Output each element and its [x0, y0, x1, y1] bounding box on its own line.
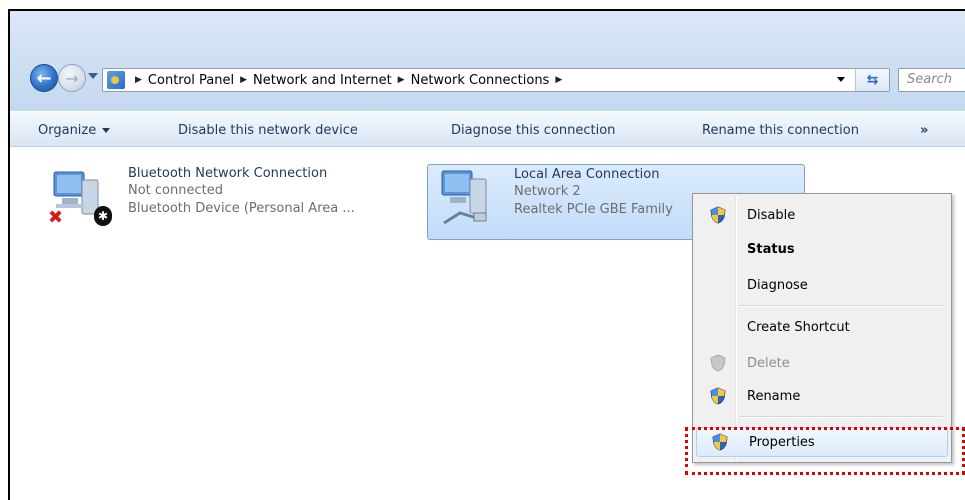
uac-shield-disabled-icon — [710, 354, 726, 372]
control-panel-icon — [107, 71, 125, 89]
menu-item-label: Create Shortcut — [747, 319, 850, 335]
more-commands-button[interactable]: » — [920, 123, 928, 138]
connection-name: Bluetooth Network Connection — [128, 166, 328, 181]
window-chrome — [10, 11, 965, 111]
uac-shield-icon — [710, 206, 726, 224]
menu-separator — [739, 305, 943, 307]
connection-status: Not connected — [128, 183, 223, 198]
connection-device: Bluetooth Device (Personal Area ... — [128, 201, 355, 216]
command-bar: Organize Disable this network device Dia… — [10, 111, 965, 147]
menu-item-rename[interactable]: Rename — [695, 382, 949, 410]
back-button[interactable]: ← — [30, 64, 58, 92]
menu-item-label: Diagnose — [747, 277, 808, 293]
menu-item-label: Properties — [749, 434, 815, 450]
bluetooth-icon: ✱ — [94, 206, 112, 226]
uac-shield-icon — [712, 433, 728, 451]
breadcrumb-control-panel[interactable]: Control Panel — [148, 73, 234, 88]
menu-item-disable[interactable]: Disable — [695, 201, 949, 229]
menu-item-create-shortcut[interactable]: Create Shortcut — [695, 313, 949, 341]
forward-button[interactable]: → — [58, 64, 86, 92]
menu-item-properties[interactable]: Properties — [696, 427, 948, 457]
menu-separator — [739, 416, 943, 418]
uac-shield-icon — [710, 387, 726, 405]
refresh-button[interactable]: ⇆ — [855, 69, 889, 91]
menu-item-label: Delete — [747, 355, 790, 371]
organize-label: Organize — [38, 123, 97, 138]
menu-item-delete: Delete — [695, 349, 949, 377]
organize-button[interactable]: Organize — [38, 123, 111, 138]
menu-item-label: Disable — [747, 207, 796, 223]
context-menu: Disable Status Diagnose Create Shortcut … — [692, 193, 952, 463]
refresh-icon: ⇆ — [866, 72, 879, 88]
address-bar[interactable]: ▶ Control Panel ▶ Network and Internet ▶… — [102, 68, 890, 92]
menu-item-diagnose[interactable]: Diagnose — [695, 271, 949, 299]
menu-item-label: Rename — [747, 388, 801, 404]
recent-pages-dropdown-icon[interactable] — [88, 73, 98, 79]
connection-name: Local Area Connection — [514, 167, 660, 182]
connection-device: Realtek PCIe GBE Family — [514, 202, 673, 217]
disconnected-x-icon: ✖ — [48, 207, 64, 228]
menu-item-status[interactable]: Status — [695, 235, 949, 263]
cropped-caption — [0, 0, 965, 9]
back-arrow-icon: ← — [36, 67, 52, 89]
menu-item-label: Status — [747, 241, 795, 257]
search-input[interactable]: Search — [898, 68, 965, 92]
chevron-down-icon — [102, 128, 111, 133]
forward-arrow-icon: → — [65, 68, 79, 88]
breadcrumb-arrow-icon[interactable]: ▶ — [398, 75, 405, 85]
network-computer-icon — [441, 170, 487, 225]
rename-connection-button[interactable]: Rename this connection — [702, 123, 859, 138]
breadcrumb-network-connections[interactable]: Network Connections — [411, 73, 550, 88]
connection-item-bluetooth[interactable]: ✖ ✱ Bluetooth Network Connection Not con… — [40, 164, 420, 238]
connection-status: Network 2 — [514, 184, 581, 199]
address-history-dropdown-icon[interactable] — [837, 77, 845, 82]
breadcrumb-arrow-icon[interactable]: ▶ — [240, 75, 247, 85]
disable-device-button[interactable]: Disable this network device — [178, 123, 358, 138]
breadcrumb-arrow-icon[interactable]: ▶ — [555, 75, 562, 85]
diagnose-connection-button[interactable]: Diagnose this connection — [451, 123, 615, 138]
breadcrumb-arrow-icon[interactable]: ▶ — [135, 75, 142, 85]
breadcrumb-network-and-internet[interactable]: Network and Internet — [253, 73, 392, 88]
